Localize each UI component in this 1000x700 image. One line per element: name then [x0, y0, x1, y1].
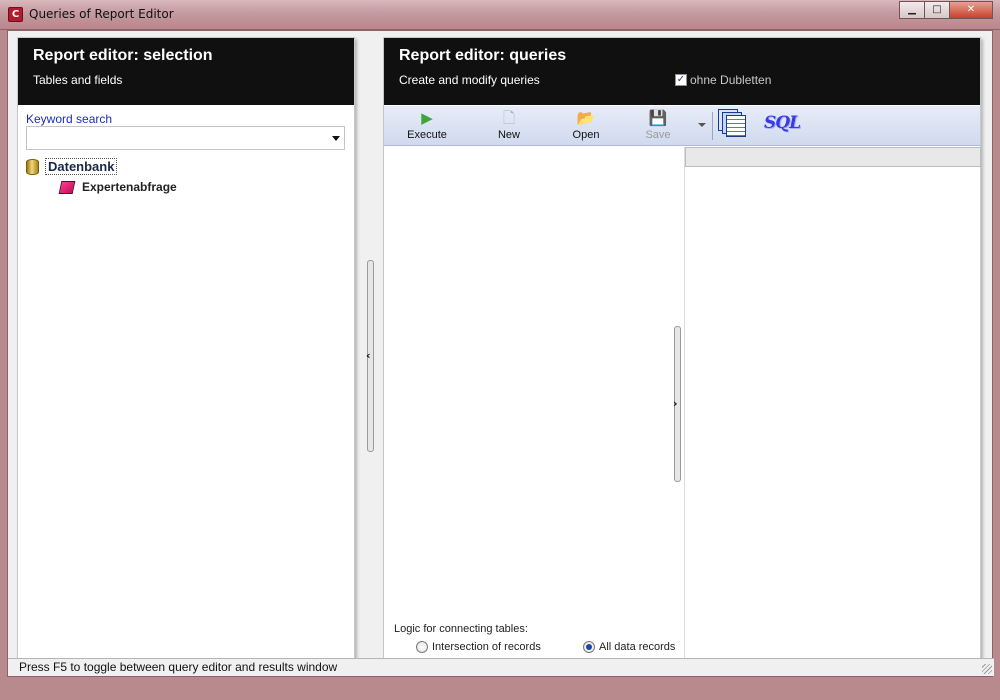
- results-grid-header[interactable]: [685, 147, 981, 167]
- radio-all-records-label: All data records: [599, 641, 676, 653]
- window-client-area: Report editor: selection Tables and fiel…: [7, 30, 994, 677]
- save-button[interactable]: 💾 Save: [628, 109, 688, 141]
- query-book-icon: [58, 180, 76, 194]
- logic-label: Logic for connecting tables:: [394, 623, 528, 635]
- dedupe-checkbox[interactable]: ✓: [675, 74, 687, 86]
- play-icon: ▶: [421, 109, 433, 127]
- radio-all-records[interactable]: All data records: [583, 641, 675, 653]
- open-folder-icon: 📂: [576, 109, 596, 127]
- radio-intersection-label: Intersection of records: [432, 641, 541, 653]
- tree-node-label: Datenbank: [45, 158, 118, 175]
- open-label: Open: [572, 129, 600, 141]
- status-text: Press F5 to toggle between query editor …: [19, 660, 338, 674]
- tree-node-datenbank[interactable]: Datenbank: [26, 158, 118, 175]
- sql-icon[interactable]: SQL: [764, 113, 801, 133]
- query-designer-area[interactable]: Logic for connecting tables: Intersectio…: [384, 147, 684, 661]
- query-toolbar: ▶ Execute 🗋 New 📂 Open 💾 Save SQL: [384, 106, 980, 146]
- selection-panel-header: Report editor: selection Tables and fiel…: [18, 38, 354, 105]
- resize-grip-icon[interactable]: [982, 664, 992, 674]
- tree-node-expertenabfrage[interactable]: Expertenabfrage: [58, 180, 177, 194]
- queries-panel-subtitle: Create and modify queries: [399, 73, 540, 87]
- app-icon[interactable]: C: [8, 7, 23, 22]
- status-bar: Press F5 to toggle between query editor …: [8, 658, 994, 676]
- queries-panel-header: Report editor: queries Create and modify…: [384, 38, 980, 105]
- execute-label: Execute: [407, 129, 447, 141]
- window-controls: ▁ □ ✕: [899, 1, 993, 19]
- keyword-search-combobox[interactable]: [26, 126, 345, 150]
- queries-panel-title: Report editor: queries: [399, 47, 567, 64]
- panel-splitter[interactable]: ‹: [366, 260, 374, 452]
- save-dropdown-arrow-icon[interactable]: [698, 123, 706, 127]
- radio-intersection-button[interactable]: [416, 641, 428, 653]
- new-label: New: [497, 129, 520, 141]
- open-button[interactable]: 📂 Open: [556, 109, 616, 141]
- selection-panel-title: Report editor: selection: [33, 47, 213, 64]
- minimize-button[interactable]: ▁: [899, 1, 925, 19]
- query-results-splitter[interactable]: ›: [673, 326, 681, 482]
- queries-panel: Report editor: queries Create and modify…: [383, 37, 981, 661]
- keyword-search-label: Keyword search: [26, 112, 113, 126]
- dedupe-checkbox-row[interactable]: ✓ ohne Dubletten: [675, 73, 771, 87]
- execute-button[interactable]: ▶ Execute: [397, 109, 457, 141]
- dedupe-label: ohne Dubletten: [690, 73, 772, 87]
- tree-node-label: Expertenabfrage: [82, 180, 177, 194]
- selection-panel-subtitle: Tables and fields: [33, 73, 123, 87]
- collapse-left-arrow-icon[interactable]: ‹: [366, 350, 371, 361]
- toolbar-separator: [712, 112, 713, 140]
- window-title: Queries of Report Editor: [29, 7, 174, 21]
- title-bar: C Queries of Report Editor ▁ □ ✕: [0, 0, 1000, 30]
- results-list-icon[interactable]: [718, 109, 750, 141]
- dropdown-arrow-icon[interactable]: [332, 136, 340, 141]
- database-icon: [26, 158, 39, 175]
- save-disk-icon: 💾: [648, 109, 668, 127]
- expand-right-arrow-icon[interactable]: ›: [673, 398, 678, 409]
- close-button[interactable]: ✕: [949, 1, 993, 19]
- selection-panel: Report editor: selection Tables and fiel…: [17, 37, 355, 661]
- radio-intersection[interactable]: Intersection of records: [416, 641, 541, 653]
- new-document-icon: 🗋: [502, 109, 516, 127]
- save-label: Save: [645, 129, 671, 141]
- new-button[interactable]: 🗋 New: [479, 109, 539, 141]
- maximize-button[interactable]: □: [924, 1, 950, 19]
- results-grid[interactable]: [684, 147, 981, 661]
- radio-all-records-button[interactable]: [583, 641, 595, 653]
